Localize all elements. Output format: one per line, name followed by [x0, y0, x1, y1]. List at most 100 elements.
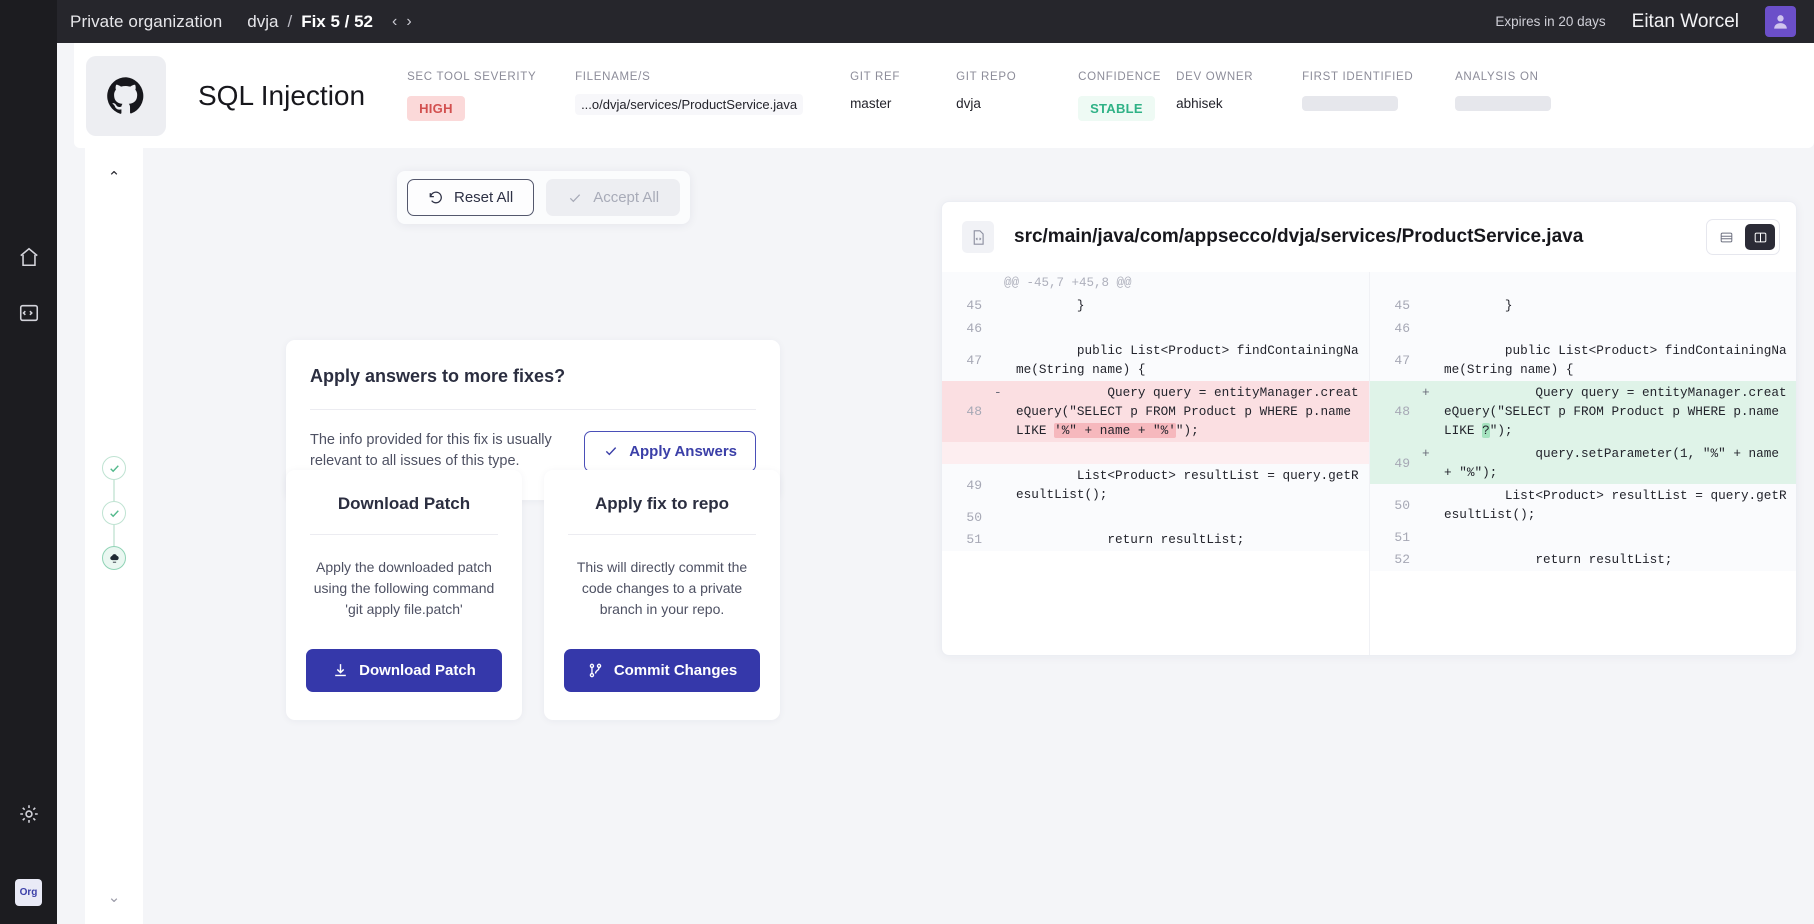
meta-field: FILENAME/S ...o/dvja/services/ProductServ…: [575, 71, 850, 115]
diff-line-code: List<Product> resultList = query.getResu…: [1016, 468, 1359, 502]
download-patch-card: Download Patch Apply the downloaded patc…: [286, 470, 522, 720]
diff-lines-original: 45 } 46 47 public List<Product> findContai…: [942, 294, 1369, 551]
apply-answers-button[interactable]: Apply Answers: [584, 430, 756, 472]
diff-line: 46: [1370, 317, 1796, 339]
user-name[interactable]: Eitan Worcel: [1632, 11, 1739, 33]
download-patch-body: Apply the downloaded patch using the fol…: [313, 559, 495, 617]
apply-answers-title: Apply answers to more fixes?: [310, 366, 566, 386]
apply-answers-row: The info provided for this fix is usuall…: [310, 430, 756, 472]
reset-all-button[interactable]: Reset All: [407, 179, 535, 216]
step-node-current[interactable]: [102, 546, 126, 570]
home-icon[interactable]: [12, 240, 46, 274]
step-node-completed-2[interactable]: [102, 501, 126, 525]
meta-value-wrap: abhisek: [1176, 96, 1302, 111]
meta-value: master: [850, 95, 892, 111]
code-repos-icon[interactable]: [12, 296, 46, 330]
avatar[interactable]: [1765, 6, 1796, 37]
diff-line-code: public List<Product> findContainingName(…: [1444, 343, 1787, 377]
reset-all-label: Reset All: [454, 189, 514, 206]
fix-actions-column: Reset All Accept All Apply answers to mo…: [143, 148, 883, 924]
diff-view-toggle: [1706, 219, 1780, 255]
diff-line-code: Query query = entityManager.createQuery(…: [1444, 385, 1787, 438]
diff-line: 49 List<Product> resultList = query.getR…: [942, 464, 1369, 506]
rail-bottom-group: Org: [12, 797, 46, 924]
breadcrumb-repo[interactable]: dvja: [247, 12, 278, 32]
diff-line-number: 47: [966, 352, 982, 368]
meta-field: FIRST IDENTIFIED: [1302, 71, 1455, 111]
meta-field: CONFIDENCE STABLE: [1078, 71, 1176, 121]
next-fix-icon[interactable]: ›: [406, 13, 411, 30]
unified-view-icon[interactable]: [1711, 224, 1741, 250]
apply-fix-to-repo-card: Apply fix to repo This will directly com…: [544, 470, 780, 720]
diff-line-marker: +: [1422, 385, 1430, 400]
finding-header: SQL Injection SEC TOOL SEVERITY HIGH FILEN…: [74, 43, 1814, 148]
apply-fix-title: Apply fix to repo: [594, 494, 730, 513]
severity-badge: HIGH: [407, 95, 465, 121]
meta-value-wrap: ...o/dvja/services/ProductService.java: [575, 93, 850, 115]
diff-line: 45 }: [942, 294, 1369, 317]
meta-label: FIRST IDENTIFIED: [1302, 70, 1414, 83]
diff-line-number: 45: [1394, 298, 1410, 313]
diff-line: 51 return resultList;: [942, 528, 1369, 551]
gear-icon[interactable]: [12, 797, 46, 831]
diff-line: 50 List<Product> resultList = query.getR…: [1370, 484, 1796, 526]
diff-line: 52 return resultList;: [1370, 548, 1796, 571]
meta-label: ANALYSIS ON: [1455, 70, 1539, 83]
download-patch-title: Download Patch: [337, 494, 471, 513]
step-rail: ⌃ ⌄: [85, 148, 143, 924]
github-icon: [86, 55, 166, 136]
apply-answers-button-label: Apply Answers: [629, 442, 737, 460]
fix-action-bar: Reset All Accept All: [397, 171, 691, 224]
app-root: Org Private organization dvja / Fix 5 / …: [0, 0, 1814, 924]
diff-file-path: src/main/java/com/appsecco/dvja/services…: [1014, 226, 1584, 247]
diff-line-marker: [1422, 526, 1444, 548]
diff-viewer-panel: src/main/java/com/appsecco/dvja/services…: [941, 201, 1797, 656]
diff-line-marker: [994, 294, 1016, 317]
diff-line-number: 47: [1394, 352, 1410, 368]
prev-fix-icon[interactable]: ‹: [392, 13, 397, 30]
org-chip[interactable]: Org: [15, 879, 42, 906]
split-view-icon[interactable]: [1745, 224, 1775, 250]
meta-value-wrap: [1455, 95, 1575, 111]
expiry-notice: Expires in 20 days: [1495, 14, 1606, 29]
diff-line: [942, 442, 1369, 464]
diff-line-marker: [994, 506, 1016, 528]
diff-line-number: 49: [1394, 455, 1410, 471]
diff-lines-modified: 45 } 46 47 public List<Product> findContai…: [1370, 294, 1796, 571]
meta-label: GIT REF: [850, 70, 901, 83]
diff-hunk-header-spacer: [1370, 272, 1796, 294]
meta-field: GIT REPO dvja: [956, 71, 1078, 111]
left-nav-rail: Org: [0, 0, 57, 924]
diff-hunk-header: @@ -45,7 +45,8 @@: [942, 272, 1369, 294]
diff-line-marker: [994, 442, 1016, 464]
meta-field: ANALYSIS ON: [1455, 71, 1575, 111]
download-patch-button-label: Download Patch: [359, 662, 476, 679]
breadcrumb-org[interactable]: Private organization: [70, 12, 222, 32]
diff-line-number: 51: [966, 532, 982, 547]
diff-line: 48- Query query = entityManager.createQu…: [942, 381, 1369, 442]
diff-line-number: 52: [1394, 552, 1410, 567]
step-connector: [113, 480, 115, 501]
apply-answers-body: The info provided for this fix is usuall…: [310, 432, 552, 470]
page-title: SQL Injection: [198, 79, 366, 111]
diff-line-number: [942, 442, 994, 464]
step-connector: [113, 525, 115, 546]
diff-line: 45 }: [1370, 294, 1796, 317]
chevron-up-icon[interactable]: ⌃: [108, 168, 121, 186]
diff-line-code: }: [1016, 298, 1085, 313]
step-node-completed-1[interactable]: [102, 456, 126, 480]
download-patch-button[interactable]: Download Patch: [306, 649, 502, 692]
chevron-down-icon[interactable]: ⌄: [108, 888, 121, 906]
diff-line-number: 48: [1394, 404, 1410, 419]
commit-changes-button[interactable]: Commit Changes: [564, 649, 760, 692]
breadcrumb-separator: /: [287, 11, 293, 31]
topbar-right-group: Expires in 20 days Eitan Worcel: [1495, 6, 1796, 37]
divider: [568, 534, 756, 535]
accept-all-button[interactable]: Accept All: [546, 179, 681, 216]
meta-value-filename: ...o/dvja/services/ProductService.java: [575, 93, 804, 115]
meta-value: abhisek: [1176, 95, 1223, 111]
accept-all-label: Accept All: [593, 189, 660, 206]
diff-side-modified: 45 } 46 47 public List<Product> findContai…: [1369, 272, 1796, 655]
fix-nav-arrows: ‹ ›: [392, 13, 412, 30]
breadcrumb-fix-counter: Fix 5 / 52: [301, 11, 374, 31]
